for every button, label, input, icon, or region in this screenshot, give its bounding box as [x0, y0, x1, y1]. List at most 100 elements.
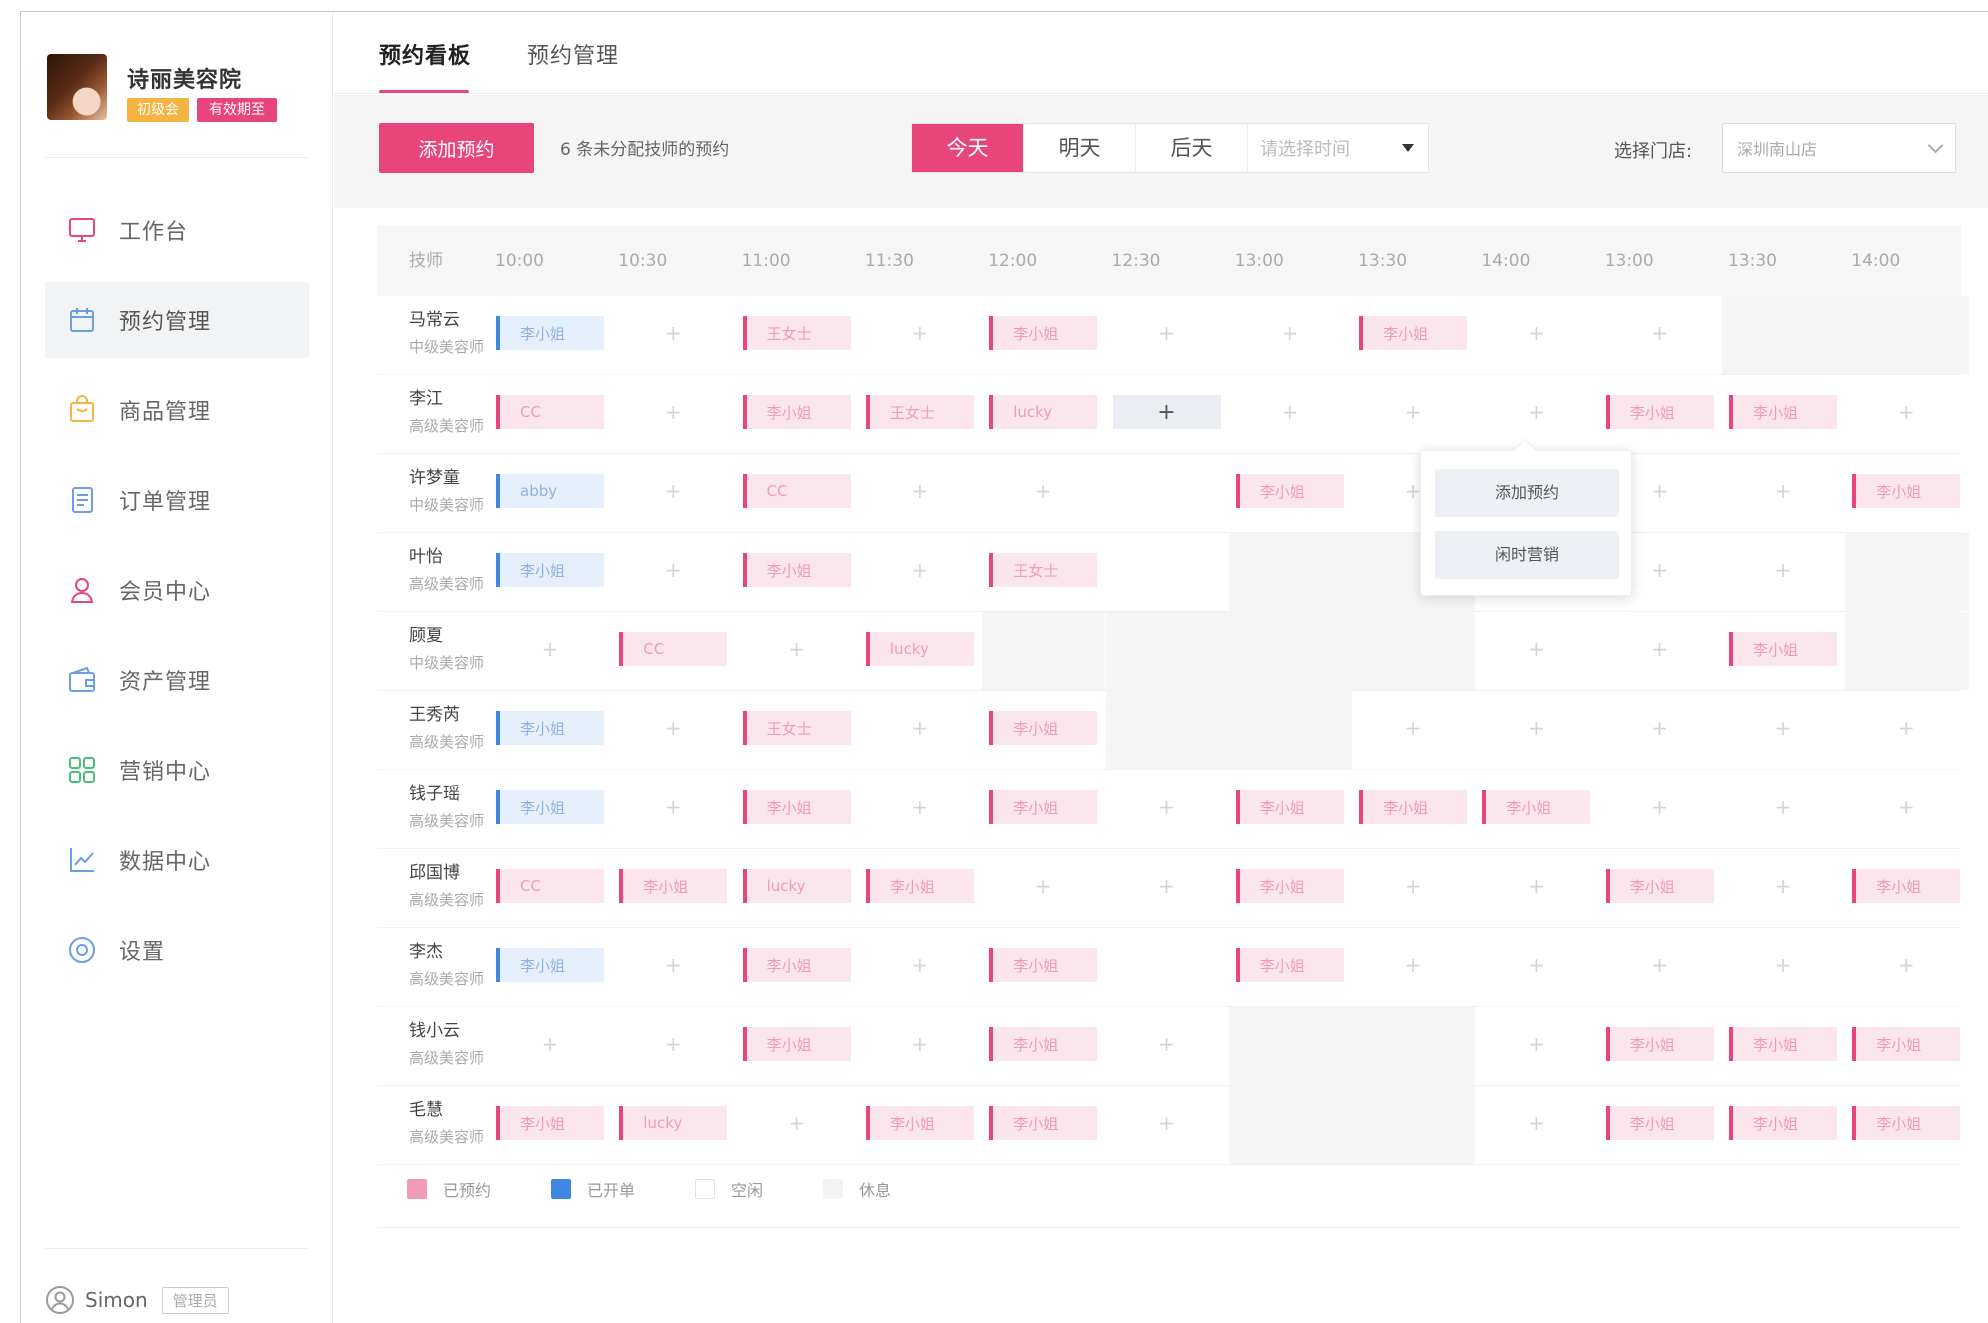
- sidebar-item-0[interactable]: 工作台: [45, 192, 309, 268]
- booked-slot[interactable]: 李小姐: [1852, 474, 1961, 508]
- billed-slot[interactable]: 李小姐: [496, 711, 604, 745]
- booked-slot[interactable]: 李小姐: [1235, 948, 1344, 982]
- billed-slot[interactable]: abby: [496, 474, 604, 508]
- add-slot-button[interactable]: +: [619, 948, 728, 982]
- booked-slot[interactable]: 李小姐: [1729, 632, 1837, 666]
- add-slot-button[interactable]: +: [1235, 395, 1344, 429]
- add-slot-button[interactable]: +: [1605, 948, 1714, 982]
- tab-booking-board[interactable]: 预约看板: [379, 38, 471, 70]
- add-slot-button[interactable]: +: [1112, 1106, 1221, 1140]
- add-slot-button[interactable]: +: [1482, 1106, 1591, 1140]
- booked-slot[interactable]: 李小姐: [1729, 395, 1837, 429]
- booked-slot[interactable]: 李小姐: [619, 869, 728, 903]
- add-slot-button[interactable]: +: [1482, 316, 1591, 350]
- booked-slot[interactable]: 李小姐: [1235, 474, 1344, 508]
- booked-slot[interactable]: CC: [619, 632, 728, 666]
- booked-slot[interactable]: 李小姐: [1605, 1027, 1714, 1061]
- add-slot-button[interactable]: +: [1112, 790, 1221, 824]
- booked-slot[interactable]: 李小姐: [1852, 1027, 1961, 1061]
- add-slot-button[interactable]: +: [865, 474, 974, 508]
- sidebar-item-8[interactable]: 设置: [45, 912, 309, 988]
- sidebar-item-6[interactable]: 营销中心: [45, 732, 309, 808]
- add-slot-button[interactable]: +: [1605, 711, 1714, 745]
- billed-slot[interactable]: 李小姐: [496, 316, 604, 350]
- sidebar-item-7[interactable]: 数据中心: [45, 822, 309, 898]
- booked-slot[interactable]: CC: [496, 869, 604, 903]
- add-slot-button[interactable]: +: [989, 869, 1098, 903]
- booked-slot[interactable]: 李小姐: [865, 869, 974, 903]
- booked-slot[interactable]: 李小姐: [742, 948, 851, 982]
- sidebar-item-4[interactable]: 会员中心: [45, 552, 309, 628]
- add-slot-button[interactable]: +: [865, 711, 974, 745]
- booked-slot[interactable]: 李小姐: [989, 1106, 1098, 1140]
- add-slot-button[interactable]: +: [496, 1027, 604, 1061]
- add-slot-button[interactable]: +: [619, 316, 728, 350]
- add-slot-button[interactable]: +: [1112, 1027, 1221, 1061]
- booked-slot[interactable]: 王女士: [742, 316, 851, 350]
- popup-idle-marketing-button[interactable]: 闲时营销: [1435, 531, 1619, 579]
- add-slot-button[interactable]: +: [1359, 711, 1468, 745]
- add-slot-button[interactable]: +: [1482, 632, 1591, 666]
- booked-slot[interactable]: 李小姐: [989, 316, 1098, 350]
- tab-booking-management[interactable]: 预约管理: [527, 38, 619, 70]
- add-slot-button[interactable]: +: [619, 790, 728, 824]
- booked-slot[interactable]: 王女士: [742, 711, 851, 745]
- add-slot-button[interactable]: +: [1482, 869, 1591, 903]
- booked-slot[interactable]: lucky: [742, 869, 851, 903]
- booked-slot[interactable]: 李小姐: [742, 395, 851, 429]
- add-slot-button[interactable]: +: [865, 948, 974, 982]
- current-user[interactable]: Simon 管理员: [45, 1282, 229, 1318]
- add-slot-button[interactable]: +: [619, 474, 728, 508]
- popup-add-booking-button[interactable]: 添加预约: [1435, 469, 1619, 517]
- day-tomorrow-button[interactable]: 明天: [1024, 124, 1136, 172]
- add-slot-button[interactable]: +: [619, 395, 728, 429]
- add-slot-button[interactable]: +: [619, 553, 728, 587]
- booked-slot[interactable]: CC: [742, 474, 851, 508]
- booked-slot[interactable]: 李小姐: [1852, 869, 1961, 903]
- add-slot-button[interactable]: +: [1852, 948, 1961, 982]
- sidebar-item-2[interactable]: 商品管理: [45, 372, 309, 448]
- booked-slot[interactable]: CC: [496, 395, 604, 429]
- booked-slot[interactable]: 李小姐: [1729, 1027, 1837, 1061]
- add-slot-button[interactable]: +: [1605, 790, 1714, 824]
- booked-slot[interactable]: lucky: [619, 1106, 728, 1140]
- booked-slot[interactable]: 李小姐: [1605, 1106, 1714, 1140]
- booked-slot[interactable]: 王女士: [989, 553, 1098, 587]
- add-slot-button[interactable]: +: [1729, 869, 1837, 903]
- add-slot-button[interactable]: +: [496, 632, 604, 666]
- add-slot-button[interactable]: +: [1729, 711, 1837, 745]
- add-slot-button[interactable]: +: [865, 553, 974, 587]
- booked-slot[interactable]: lucky: [865, 632, 974, 666]
- add-slot-button[interactable]: +: [1482, 948, 1591, 982]
- add-slot-button[interactable]: +: [1482, 711, 1591, 745]
- booked-slot[interactable]: 李小姐: [1235, 790, 1344, 824]
- booked-slot[interactable]: 王女士: [865, 395, 974, 429]
- booked-slot[interactable]: 李小姐: [1235, 869, 1344, 903]
- billed-slot[interactable]: 李小姐: [496, 948, 604, 982]
- add-slot-button[interactable]: +: [1729, 474, 1837, 508]
- billed-slot[interactable]: 李小姐: [496, 553, 604, 587]
- store-select[interactable]: 深圳南山店: [1722, 123, 1956, 173]
- booked-slot[interactable]: 李小姐: [865, 1106, 974, 1140]
- add-slot-button[interactable]: +: [742, 1106, 851, 1140]
- booked-slot[interactable]: 李小姐: [989, 711, 1098, 745]
- add-slot-button[interactable]: +: [1112, 869, 1221, 903]
- add-slot-button[interactable]: +: [865, 1027, 974, 1061]
- add-slot-button[interactable]: +: [1605, 632, 1714, 666]
- add-slot-button[interactable]: +: [1359, 869, 1468, 903]
- add-slot-button[interactable]: +: [1112, 316, 1221, 350]
- booked-slot[interactable]: 李小姐: [1852, 1106, 1961, 1140]
- add-slot-button[interactable]: +: [1729, 948, 1837, 982]
- booked-slot[interactable]: 李小姐: [742, 1027, 851, 1061]
- sidebar-item-5[interactable]: 资产管理: [45, 642, 309, 718]
- add-slot-button[interactable]: +: [865, 316, 974, 350]
- booked-slot[interactable]: lucky: [989, 395, 1098, 429]
- booked-slot[interactable]: 李小姐: [1359, 316, 1468, 350]
- add-slot-button[interactable]: +: [1359, 395, 1468, 429]
- booked-slot[interactable]: 李小姐: [989, 790, 1098, 824]
- add-slot-button[interactable]: +: [1235, 316, 1344, 350]
- sidebar-item-1[interactable]: 预约管理: [45, 282, 309, 358]
- add-booking-button[interactable]: 添加预约: [379, 123, 534, 173]
- day-after-tomorrow-button[interactable]: 后天: [1136, 124, 1248, 172]
- add-slot-button[interactable]: +: [619, 711, 728, 745]
